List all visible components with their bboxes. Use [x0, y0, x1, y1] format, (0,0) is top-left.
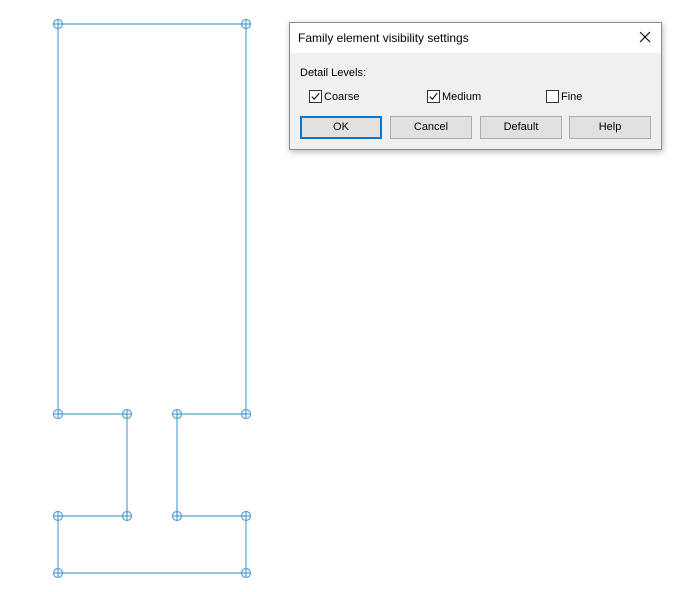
close-button[interactable]	[629, 23, 661, 53]
vertex-handle[interactable]	[240, 18, 252, 30]
vertex-handle[interactable]	[240, 510, 252, 522]
visibility-settings-dialog: Family element visibility settings Detai…	[289, 22, 662, 150]
vertex-handle[interactable]	[171, 408, 183, 420]
vertex-handle[interactable]	[240, 567, 252, 579]
vertex-handle[interactable]	[52, 510, 64, 522]
vertex-handle[interactable]	[121, 408, 133, 420]
vertex-handle[interactable]	[52, 567, 64, 579]
close-icon	[639, 31, 651, 43]
medium-checkbox[interactable]: Medium	[427, 90, 497, 104]
vertex-handle[interactable]	[171, 510, 183, 522]
coarse-label: Coarse	[324, 91, 360, 103]
checkbox-box[interactable]	[427, 90, 440, 103]
default-button[interactable]: Default	[480, 116, 562, 139]
vertex-handle[interactable]	[240, 408, 252, 420]
profile-outline	[57, 23, 247, 574]
medium-label: Medium	[442, 91, 482, 103]
checkmark-icon	[311, 92, 320, 101]
checkmark-icon	[429, 92, 438, 101]
checkbox-box[interactable]	[309, 90, 322, 103]
fine-label: Fine	[561, 91, 583, 103]
checkbox-box[interactable]	[546, 90, 559, 103]
dialog-titlebar[interactable]: Family element visibility settings	[290, 23, 661, 53]
vertex-handle[interactable]	[121, 510, 133, 522]
dialog-title: Family element visibility settings	[298, 31, 469, 45]
cancel-button[interactable]: Cancel	[390, 116, 472, 139]
vertex-handle[interactable]	[52, 408, 64, 420]
fine-checkbox[interactable]: Fine	[546, 90, 606, 104]
detail-levels-label: Detail Levels:	[300, 67, 367, 79]
ok-button[interactable]: OK	[300, 116, 382, 139]
help-button[interactable]: Help	[569, 116, 651, 139]
vertex-handle[interactable]	[52, 18, 64, 30]
coarse-checkbox[interactable]: Coarse	[309, 90, 379, 104]
